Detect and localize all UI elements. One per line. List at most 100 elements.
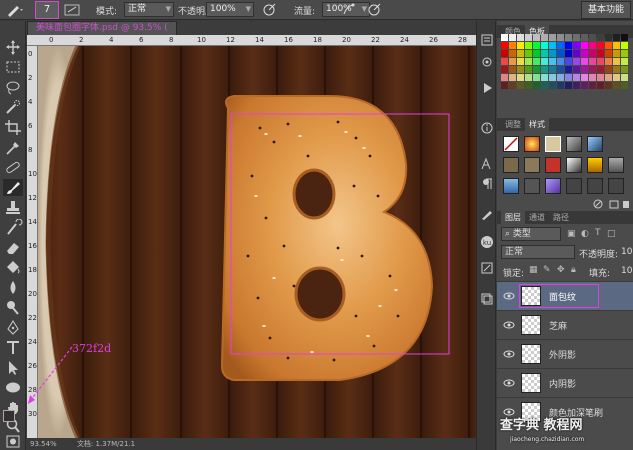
swatch[interactable]: [589, 58, 596, 65]
document-tab[interactable]: 美味面包圈字体.psd @ 93.5% (: [27, 21, 177, 35]
tab-adjustments[interactable]: 调整: [501, 118, 525, 131]
swatch[interactable]: [509, 74, 516, 81]
swatch[interactable]: [557, 82, 564, 89]
swatch[interactable]: [605, 82, 612, 89]
tab-layers[interactable]: 图层: [501, 211, 525, 224]
swatch[interactable]: [517, 50, 524, 57]
swatch[interactable]: [541, 34, 548, 41]
tab-styles[interactable]: 样式: [525, 118, 549, 131]
swatch[interactable]: [605, 42, 612, 49]
swatch[interactable]: [573, 42, 580, 49]
opacity-field[interactable]: 100% ▼: [206, 2, 254, 17]
swatch[interactable]: [621, 42, 628, 49]
swatch[interactable]: [605, 50, 612, 57]
document-canvas[interactable]: [38, 46, 492, 438]
swatch[interactable]: [565, 82, 572, 89]
layer-item[interactable]: 面包纹: [497, 281, 633, 310]
quick-select-tool-icon[interactable]: [3, 99, 23, 116]
swatch[interactable]: [605, 58, 612, 65]
pressure-size-icon[interactable]: [367, 2, 383, 18]
blur-tool-icon[interactable]: [3, 279, 23, 296]
ellipse-tool-icon[interactable]: [3, 379, 23, 396]
swatch[interactable]: [565, 66, 572, 73]
swatch[interactable]: [581, 74, 588, 81]
swatch[interactable]: [549, 66, 556, 73]
properties-panel-icon[interactable]: [480, 55, 494, 69]
tab-channels[interactable]: 通道: [525, 211, 549, 224]
swatch[interactable]: [509, 82, 516, 89]
style-swatch[interactable]: [608, 157, 624, 173]
swatch[interactable]: [573, 34, 580, 41]
swatch[interactable]: [597, 50, 604, 57]
swatch[interactable]: [613, 66, 620, 73]
swatch[interactable]: [509, 66, 516, 73]
clone-source-icon[interactable]: [480, 261, 494, 275]
style-swatch[interactable]: [566, 136, 582, 152]
swatch[interactable]: [565, 58, 572, 65]
swatch[interactable]: [565, 74, 572, 81]
swatch[interactable]: [589, 34, 596, 41]
swatch[interactable]: [557, 34, 564, 41]
character-panel-icon[interactable]: [480, 157, 494, 171]
layer-filter-dropdown[interactable]: ⌕ 类型: [501, 227, 561, 241]
swatch[interactable]: [525, 58, 532, 65]
history-panel-icon[interactable]: [480, 33, 494, 47]
swatch[interactable]: [541, 82, 548, 89]
style-swatch[interactable]: [503, 157, 519, 173]
swatch[interactable]: [621, 34, 628, 41]
swatch[interactable]: [605, 74, 612, 81]
style-swatch[interactable]: [545, 178, 561, 194]
new-style-icon[interactable]: [609, 199, 619, 209]
layer-item[interactable]: 芝麻: [497, 310, 633, 339]
ku-panel-icon[interactable]: ku: [480, 235, 494, 249]
swatch[interactable]: [501, 82, 508, 89]
swatch[interactable]: [517, 82, 524, 89]
swatch[interactable]: [517, 34, 524, 41]
lock-pixels-icon[interactable]: ✎: [543, 265, 551, 275]
swatch[interactable]: [597, 34, 604, 41]
swatch[interactable]: [589, 74, 596, 81]
eye-icon[interactable]: [503, 378, 515, 388]
swatch[interactable]: [581, 58, 588, 65]
info-panel-icon[interactable]: [480, 121, 494, 135]
swatch[interactable]: [581, 34, 588, 41]
clear-style-icon[interactable]: [593, 199, 603, 209]
swatch[interactable]: [589, 50, 596, 57]
swatch[interactable]: [509, 34, 516, 41]
swatch[interactable]: [557, 58, 564, 65]
swatch[interactable]: [573, 66, 580, 73]
brush-presets-icon[interactable]: [480, 207, 494, 221]
swatch[interactable]: [557, 42, 564, 49]
swatch[interactable]: [533, 34, 540, 41]
eye-icon[interactable]: [503, 320, 515, 330]
swatch[interactable]: [613, 50, 620, 57]
swatch[interactable]: [533, 58, 540, 65]
style-none-swatch[interactable]: [503, 136, 519, 152]
style-swatch[interactable]: [587, 157, 603, 173]
fill-value[interactable]: 100: [621, 266, 633, 276]
type-tool-icon[interactable]: [3, 339, 23, 356]
blend-mode-dropdown[interactable]: 正常: [501, 245, 575, 259]
lasso-tool-icon[interactable]: [3, 79, 23, 96]
swatch[interactable]: [533, 66, 540, 73]
filter-type-icon[interactable]: T: [595, 228, 601, 238]
swatch[interactable]: [597, 66, 604, 73]
swatch[interactable]: [549, 50, 556, 57]
swatch[interactable]: [541, 58, 548, 65]
layer-comps-icon[interactable]: [480, 291, 494, 305]
style-swatch[interactable]: [545, 136, 561, 152]
brush-panel-toggle-icon[interactable]: [62, 2, 84, 18]
swatch[interactable]: [533, 82, 540, 89]
pressure-opacity-icon[interactable]: [262, 2, 278, 18]
swatch[interactable]: [621, 74, 628, 81]
swatch[interactable]: [597, 74, 604, 81]
lock-position-icon[interactable]: ✥: [557, 265, 565, 275]
swatch[interactable]: [573, 58, 580, 65]
pen-tool-icon[interactable]: [3, 319, 23, 336]
swatch[interactable]: [613, 42, 620, 49]
swatch[interactable]: [573, 82, 580, 89]
swatch[interactable]: [549, 74, 556, 81]
swatch[interactable]: [501, 58, 508, 65]
swatch[interactable]: [517, 58, 524, 65]
swatch[interactable]: [597, 82, 604, 89]
